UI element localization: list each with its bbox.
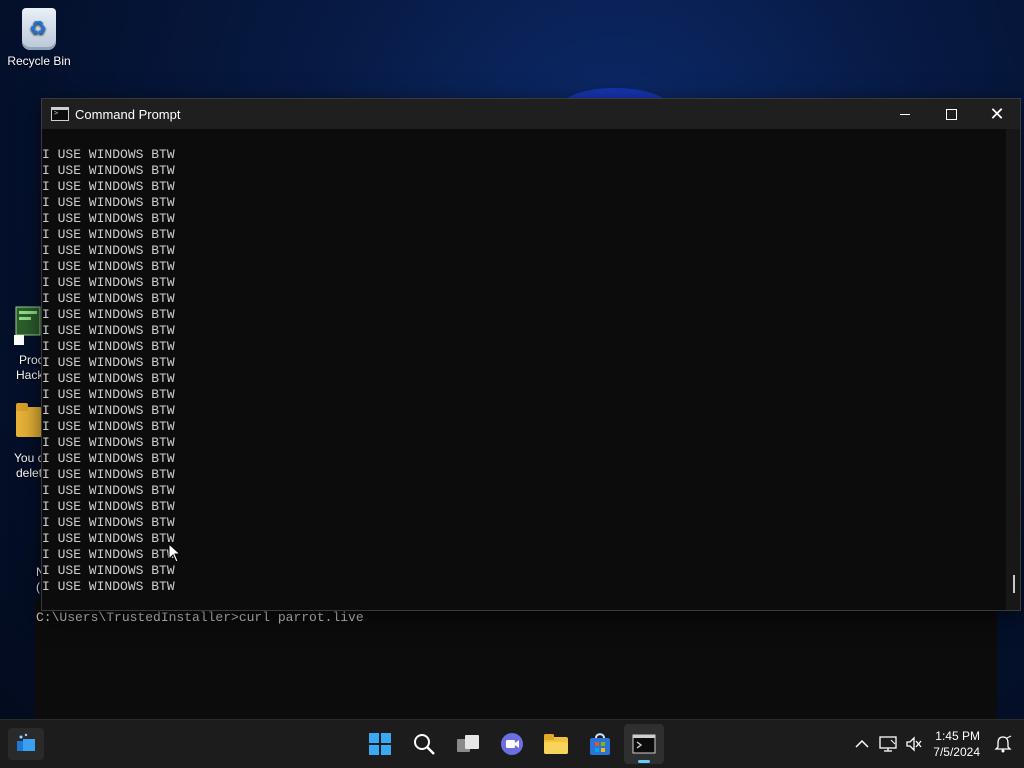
search-button[interactable]	[404, 724, 444, 764]
console-line: I USE WINDOWS BTW	[42, 307, 175, 322]
close-button[interactable]: ✕	[974, 99, 1020, 129]
notifications-button[interactable]	[990, 735, 1016, 753]
volume-button[interactable]	[901, 736, 927, 752]
desktop-icon-folder[interactable]	[16, 403, 42, 444]
console-line: I USE WINDOWS BTW	[42, 483, 175, 498]
console-line: I USE WINDOWS BTW	[42, 291, 175, 306]
console-line: I USE WINDOWS BTW	[42, 499, 175, 514]
teams-chat-button[interactable]	[492, 724, 532, 764]
windows-logo-icon	[369, 733, 391, 755]
start-button[interactable]	[360, 724, 400, 764]
console-line: I USE WINDOWS BTW	[42, 259, 175, 274]
task-view-button[interactable]	[448, 724, 488, 764]
console-line: I USE WINDOWS BTW	[42, 451, 175, 466]
console-line: I USE WINDOWS BTW	[42, 419, 175, 434]
console-line: I USE WINDOWS BTW	[42, 339, 175, 354]
console-line: I USE WINDOWS BTW	[42, 467, 175, 482]
console-line: I USE WINDOWS BTW	[42, 355, 175, 370]
console-line: I USE WINDOWS BTW	[42, 579, 175, 594]
mouse-pointer-icon	[168, 543, 182, 563]
window-title: Command Prompt	[75, 106, 181, 122]
taskbar: 1:45 PM 7/5/2024	[0, 719, 1024, 768]
console-lines: I USE WINDOWS BTW I USE WINDOWS BTW I USE …	[42, 129, 1006, 595]
folder-icon	[16, 403, 42, 437]
console-line: I USE WINDOWS BTW	[42, 531, 175, 546]
console-line: I USE WINDOWS BTW	[42, 227, 175, 242]
window-titlebar[interactable]: Command Prompt ✕	[42, 99, 1020, 129]
console-line: I USE WINDOWS BTW	[42, 275, 175, 290]
console-line: I USE WINDOWS BTW	[42, 387, 175, 402]
folder-icon	[544, 734, 568, 754]
console-line: I USE WINDOWS BTW	[42, 147, 175, 162]
widgets-icon	[17, 733, 35, 751]
console-line: I USE WINDOWS BTW	[42, 323, 175, 338]
notification-bell-icon	[994, 735, 1012, 753]
minimize-button[interactable]	[882, 99, 928, 129]
console-prompt-line: C:\Users\TrustedInstaller>curl parrot.li…	[36, 610, 364, 625]
scrollbar-thumb[interactable]	[1013, 575, 1015, 593]
background-console-window[interactable]: C:\Users\TrustedInstaller>curl parrot.li…	[35, 600, 997, 725]
network-button[interactable]	[875, 736, 901, 752]
desktop-label-partial-2: Hack	[16, 368, 44, 382]
console-line: I USE WINDOWS BTW	[42, 163, 175, 178]
microsoft-store-button[interactable]	[580, 724, 620, 764]
vertical-scrollbar[interactable]	[1006, 129, 1020, 610]
terminal-icon	[51, 107, 69, 121]
window-controls: ✕	[882, 99, 1020, 129]
process-hacker-icon	[14, 306, 41, 345]
console-line: I USE WINDOWS BTW	[42, 403, 175, 418]
terminal-icon	[632, 734, 656, 754]
console-line: I USE WINDOWS BTW	[42, 515, 175, 530]
show-hidden-icons-button[interactable]	[849, 739, 875, 749]
clock[interactable]: 1:45 PM 7/5/2024	[933, 728, 980, 760]
desktop-label-partial-6: (	[36, 580, 40, 594]
console-output[interactable]: I USE WINDOWS BTW I USE WINDOWS BTW I USE …	[42, 129, 1006, 610]
console-line: I USE WINDOWS BTW	[42, 435, 175, 450]
recycle-bin-label: Recycle Bin	[7, 54, 71, 68]
console-line: I USE WINDOWS BTW	[42, 547, 175, 562]
chevron-up-icon	[855, 739, 869, 748]
console-line: I USE WINDOWS BTW	[42, 195, 175, 210]
desktop-label-partial-3: You c	[14, 451, 44, 465]
desktop-icon-recycle-bin[interactable]: Recycle Bin	[4, 8, 74, 68]
system-tray: 1:45 PM 7/5/2024	[849, 720, 1024, 768]
store-icon	[590, 733, 610, 755]
desktop-label-partial-4: delet	[16, 466, 43, 480]
desktop-label-partial-1: Proc	[19, 353, 44, 367]
clock-time: 1:45 PM	[935, 729, 980, 743]
desktop-icon-process-hacker[interactable]	[14, 305, 44, 345]
console-line: I USE WINDOWS BTW	[42, 563, 175, 578]
console-line: I USE WINDOWS BTW	[42, 211, 175, 226]
volume-muted-icon	[906, 736, 922, 752]
console-line: I USE WINDOWS BTW	[42, 243, 175, 258]
command-prompt-taskbar-button[interactable]	[624, 724, 664, 764]
maximize-button[interactable]	[928, 99, 974, 129]
search-icon	[414, 734, 435, 755]
network-icon	[879, 736, 897, 752]
console-line: I USE WINDOWS BTW	[42, 179, 175, 194]
widgets-button[interactable]	[8, 728, 44, 760]
task-view-icon	[457, 735, 479, 752]
video-chat-icon	[501, 733, 523, 755]
taskbar-apps	[360, 724, 664, 764]
clock-date: 7/5/2024	[933, 745, 980, 759]
file-explorer-button[interactable]	[536, 724, 576, 764]
recycle-bin-icon	[22, 8, 56, 50]
console-line: I USE WINDOWS BTW	[42, 371, 175, 386]
command-prompt-window[interactable]: Command Prompt ✕ I USE WINDOWS BTWI USE …	[41, 98, 1021, 611]
